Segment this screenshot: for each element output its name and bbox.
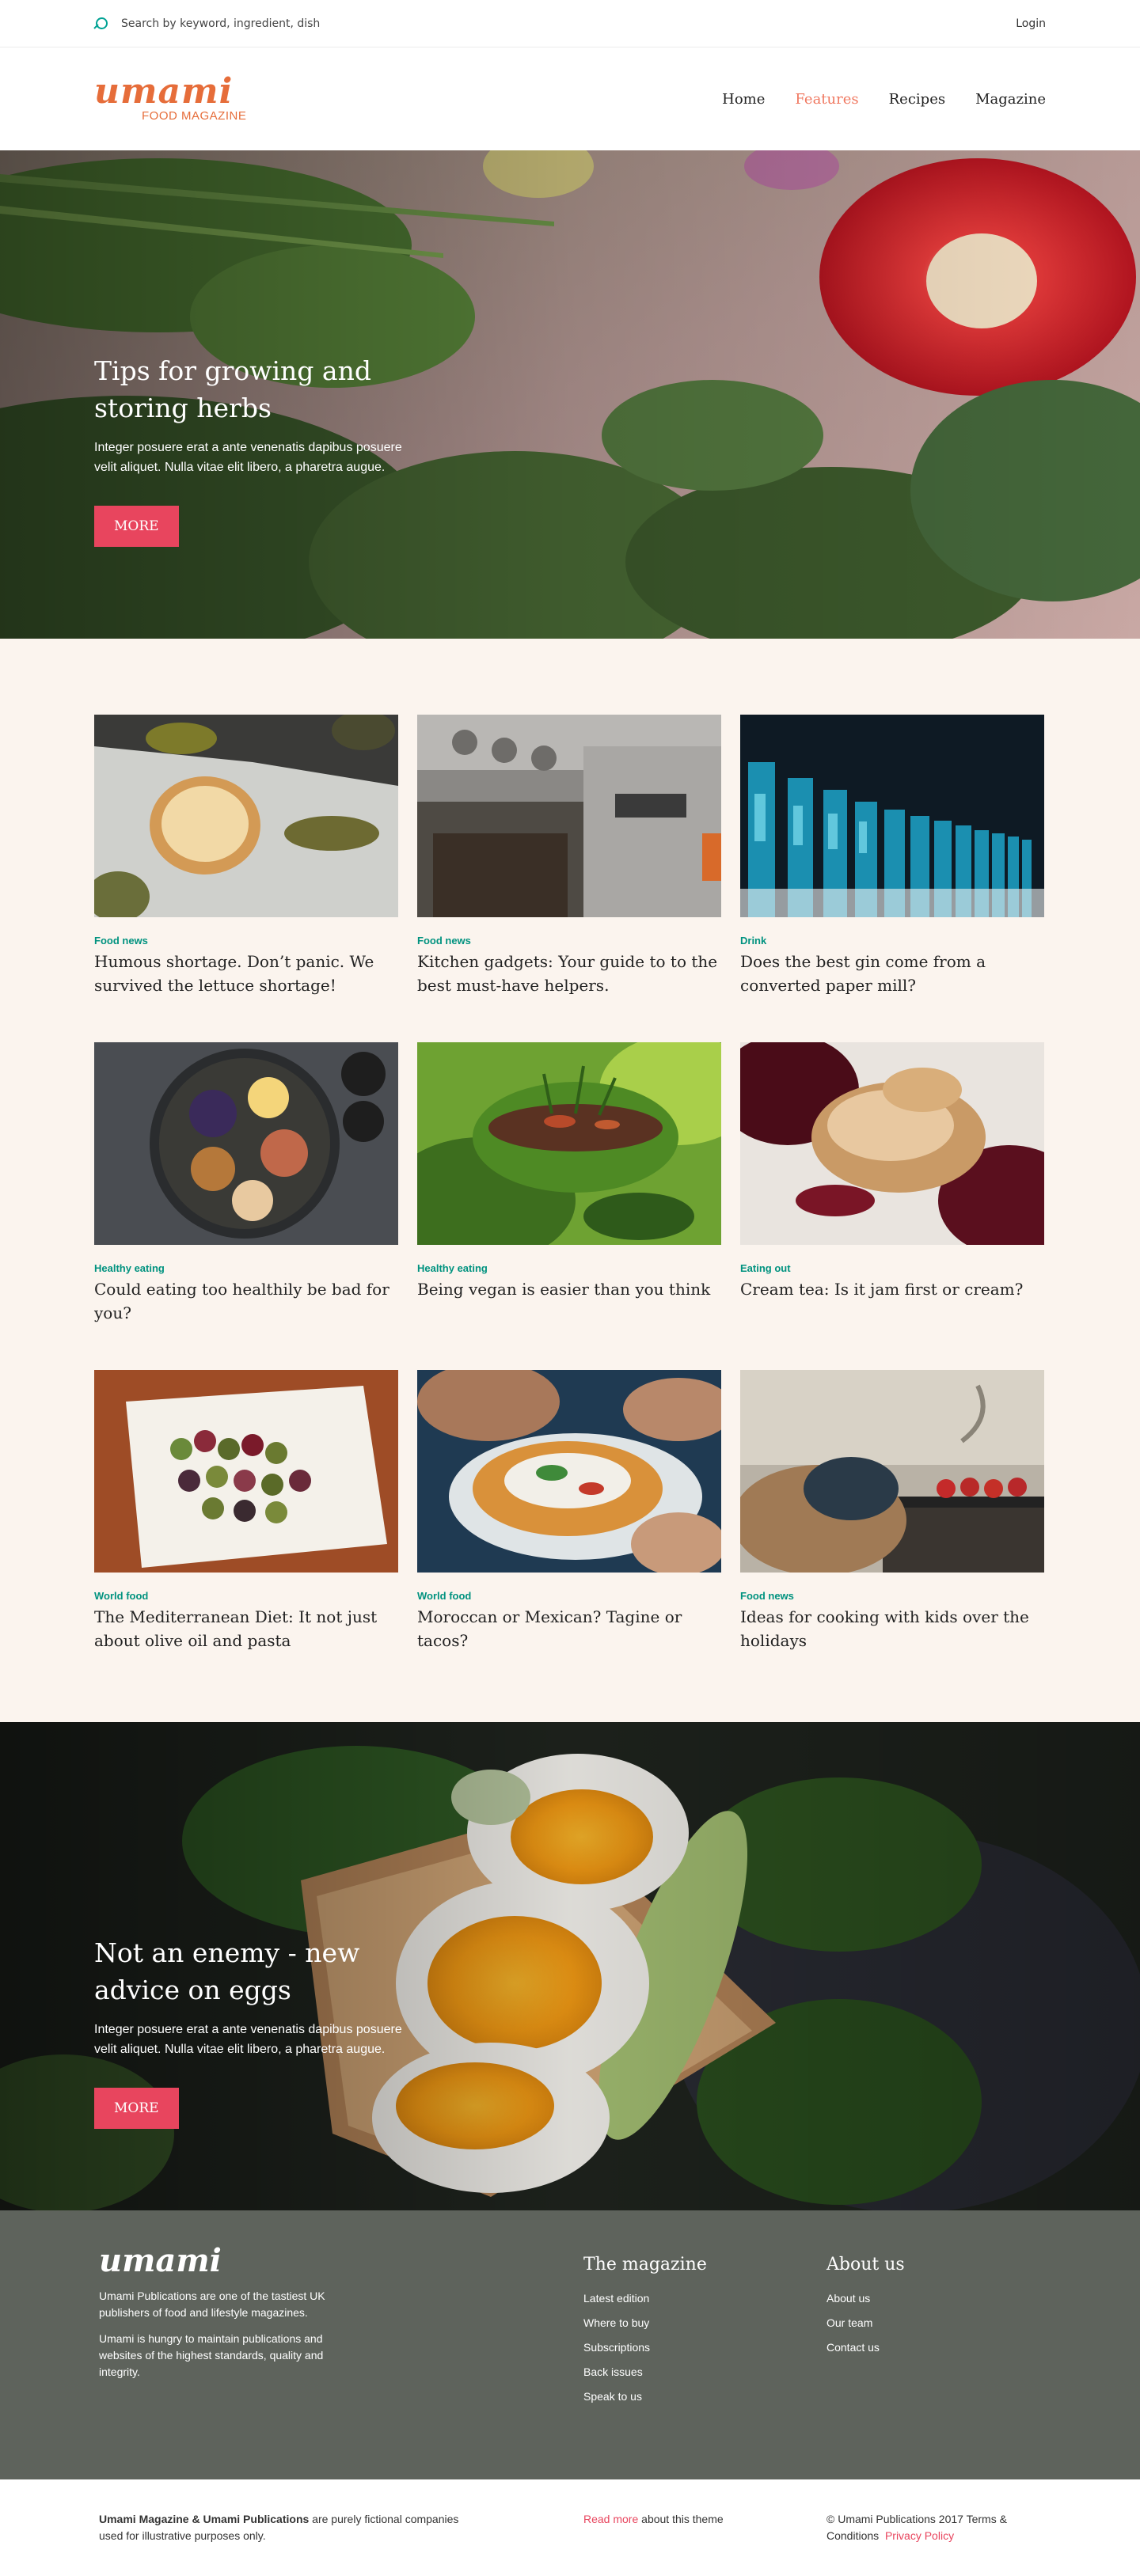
hero-eggs: Not an enemy - new advice on eggs Intege… — [0, 1722, 1140, 2210]
theme-note: Read more about this theme — [583, 2511, 724, 2528]
hero-herbs-more-button[interactable]: MORE — [94, 506, 179, 547]
gin-bottles-image[interactable] — [740, 715, 1044, 917]
oven-image[interactable] — [417, 715, 721, 917]
disclaimer-bold: Umami Magazine & Umami Publications — [99, 2513, 310, 2525]
footer-link-where-to-buy[interactable]: Where to buy — [583, 2316, 707, 2329]
hero-eggs-text: Not an enemy - new advice on eggs Intege… — [94, 1934, 411, 2129]
hummus-bowl-image[interactable] — [94, 715, 398, 917]
footer-magazine-column: The magazine Latest edition Where to buy… — [583, 2255, 707, 2415]
site-footer: umami Umami Publications are one of the … — [0, 2210, 1140, 2479]
hero-eggs-description: Integer posuere erat a ante venenatis da… — [94, 2023, 402, 2056]
card-title[interactable]: Humous shortage. Don’t panic. We survive… — [94, 950, 398, 997]
article-card[interactable]: Healthy eating Could eating too healthil… — [94, 1042, 398, 1370]
footer-link-about-us[interactable]: About us — [826, 2292, 905, 2305]
card-title[interactable]: Could eating too healthily be bad for yo… — [94, 1277, 398, 1325]
copyright: © Umami Publications 2017 Terms & Condit… — [826, 2511, 1056, 2544]
hero-herbs-description: Integer posuere erat a ante venenatis da… — [94, 441, 402, 474]
hero-eggs-title: Not an enemy - new advice on eggs — [94, 1937, 360, 2005]
article-card[interactable]: World food The Mediterranean Diet: It no… — [94, 1370, 398, 1698]
search-icon[interactable] — [94, 17, 108, 31]
cream-dessert-image[interactable] — [740, 1042, 1044, 1245]
privacy-policy-link[interactable]: Privacy Policy — [885, 2529, 954, 2542]
nav-recipes[interactable]: Recipes — [889, 91, 945, 108]
logo-wordmark: umami — [94, 70, 234, 112]
nav-features[interactable]: Features — [795, 91, 858, 108]
disclaimer: Umami Magazine & Umami Publications are … — [99, 2511, 479, 2544]
food-platter-image[interactable] — [94, 1042, 398, 1245]
article-card[interactable]: Food news Ideas for cooking with kids ov… — [740, 1370, 1044, 1698]
kids-kitchen-image[interactable] — [740, 1370, 1044, 1573]
login-link[interactable]: Login — [1016, 17, 1046, 30]
nav-home[interactable]: Home — [722, 91, 765, 108]
read-more-link[interactable]: Read more — [583, 2513, 638, 2525]
footer-link-subscriptions[interactable]: Subscriptions — [583, 2341, 707, 2354]
card-title[interactable]: Does the best gin come from a converted … — [740, 950, 1044, 997]
hero-herbs: Tips for growing and storing herbs Integ… — [0, 150, 1140, 639]
card-title[interactable]: Kitchen gadgets: Your guide to to the be… — [417, 950, 721, 997]
card-category[interactable]: Healthy eating — [417, 1262, 721, 1274]
footer-link-latest-edition[interactable]: Latest edition — [583, 2292, 707, 2305]
top-bar: Login — [0, 0, 1140, 47]
footer-link-contact-us[interactable]: Contact us — [826, 2341, 905, 2354]
bottom-bar: Umami Magazine & Umami Publications are … — [0, 2479, 1140, 2575]
footer-link-speak-to-us[interactable]: Speak to us — [583, 2390, 707, 2403]
hero-herbs-text: Tips for growing and storing herbs Integ… — [94, 352, 411, 547]
card-category[interactable]: World food — [94, 1590, 398, 1602]
footer-paragraph: Umami is hungry to maintain publications… — [99, 2332, 324, 2378]
card-title[interactable]: Cream tea: Is it jam first or cream? — [740, 1277, 1044, 1301]
article-card[interactable]: Food news Humous shortage. Don’t panic. … — [94, 715, 398, 1042]
olives-image[interactable] — [94, 1370, 398, 1573]
article-card[interactable]: Healthy eating Being vegan is easier tha… — [417, 1042, 721, 1370]
hero-eggs-more-button[interactable]: MORE — [94, 2088, 179, 2129]
card-title[interactable]: Ideas for cooking with kids over the hol… — [740, 1605, 1044, 1652]
footer-about-column: About us About us Our team Contact us — [826, 2255, 905, 2365]
theme-note-text: about this theme — [638, 2513, 724, 2525]
article-card[interactable]: Eating out Cream tea: Is it jam first or… — [740, 1042, 1044, 1370]
card-title[interactable]: Moroccan or Mexican? Tagine or tacos? — [417, 1605, 721, 1652]
salad-bowl-image[interactable] — [417, 1042, 721, 1245]
footer-about: umami Umami Publications are one of the … — [99, 2245, 360, 2381]
card-category[interactable]: Drink — [740, 935, 1044, 947]
footer-paragraph: Umami Publications are one of the tastie… — [99, 2290, 325, 2319]
article-card[interactable]: Drink Does the best gin come from a conv… — [740, 715, 1044, 1042]
site-logo[interactable]: umami FOOD MAGAZINE — [94, 70, 247, 123]
card-title[interactable]: Being vegan is easier than you think — [417, 1277, 721, 1301]
footer-logo[interactable]: umami — [99, 2245, 360, 2277]
card-category[interactable]: Food news — [94, 935, 398, 947]
card-category[interactable]: World food — [417, 1590, 721, 1602]
logo-subtitle: FOOD MAGAZINE — [142, 108, 247, 123]
footer-about-heading: About us — [826, 2255, 905, 2274]
nav-magazine[interactable]: Magazine — [975, 91, 1046, 108]
card-category[interactable]: Eating out — [740, 1262, 1044, 1274]
site-header: umami FOOD MAGAZINE Home Features Recipe… — [0, 47, 1140, 150]
articles-section: Food news Humous shortage. Don’t panic. … — [0, 639, 1140, 1722]
article-card[interactable]: Food news Kitchen gadgets: Your guide to… — [417, 715, 721, 1042]
hero-herbs-title: Tips for growing and storing herbs — [94, 355, 371, 423]
article-grid: Food news Humous shortage. Don’t panic. … — [94, 715, 1046, 1698]
main-nav: Home Features Recipes Magazine — [722, 91, 1046, 108]
card-category[interactable]: Food news — [740, 1590, 1044, 1602]
search-input[interactable] — [121, 17, 374, 30]
footer-link-our-team[interactable]: Our team — [826, 2316, 905, 2329]
card-title[interactable]: The Mediterranean Diet: It not just abou… — [94, 1605, 398, 1652]
article-card[interactable]: World food Moroccan or Mexican? Tagine o… — [417, 1370, 721, 1698]
card-category[interactable]: Food news — [417, 935, 721, 947]
search-bar — [94, 17, 374, 31]
footer-link-back-issues[interactable]: Back issues — [583, 2365, 707, 2378]
nachos-image[interactable] — [417, 1370, 721, 1573]
footer-magazine-heading: The magazine — [583, 2255, 707, 2274]
card-category[interactable]: Healthy eating — [94, 1262, 398, 1274]
